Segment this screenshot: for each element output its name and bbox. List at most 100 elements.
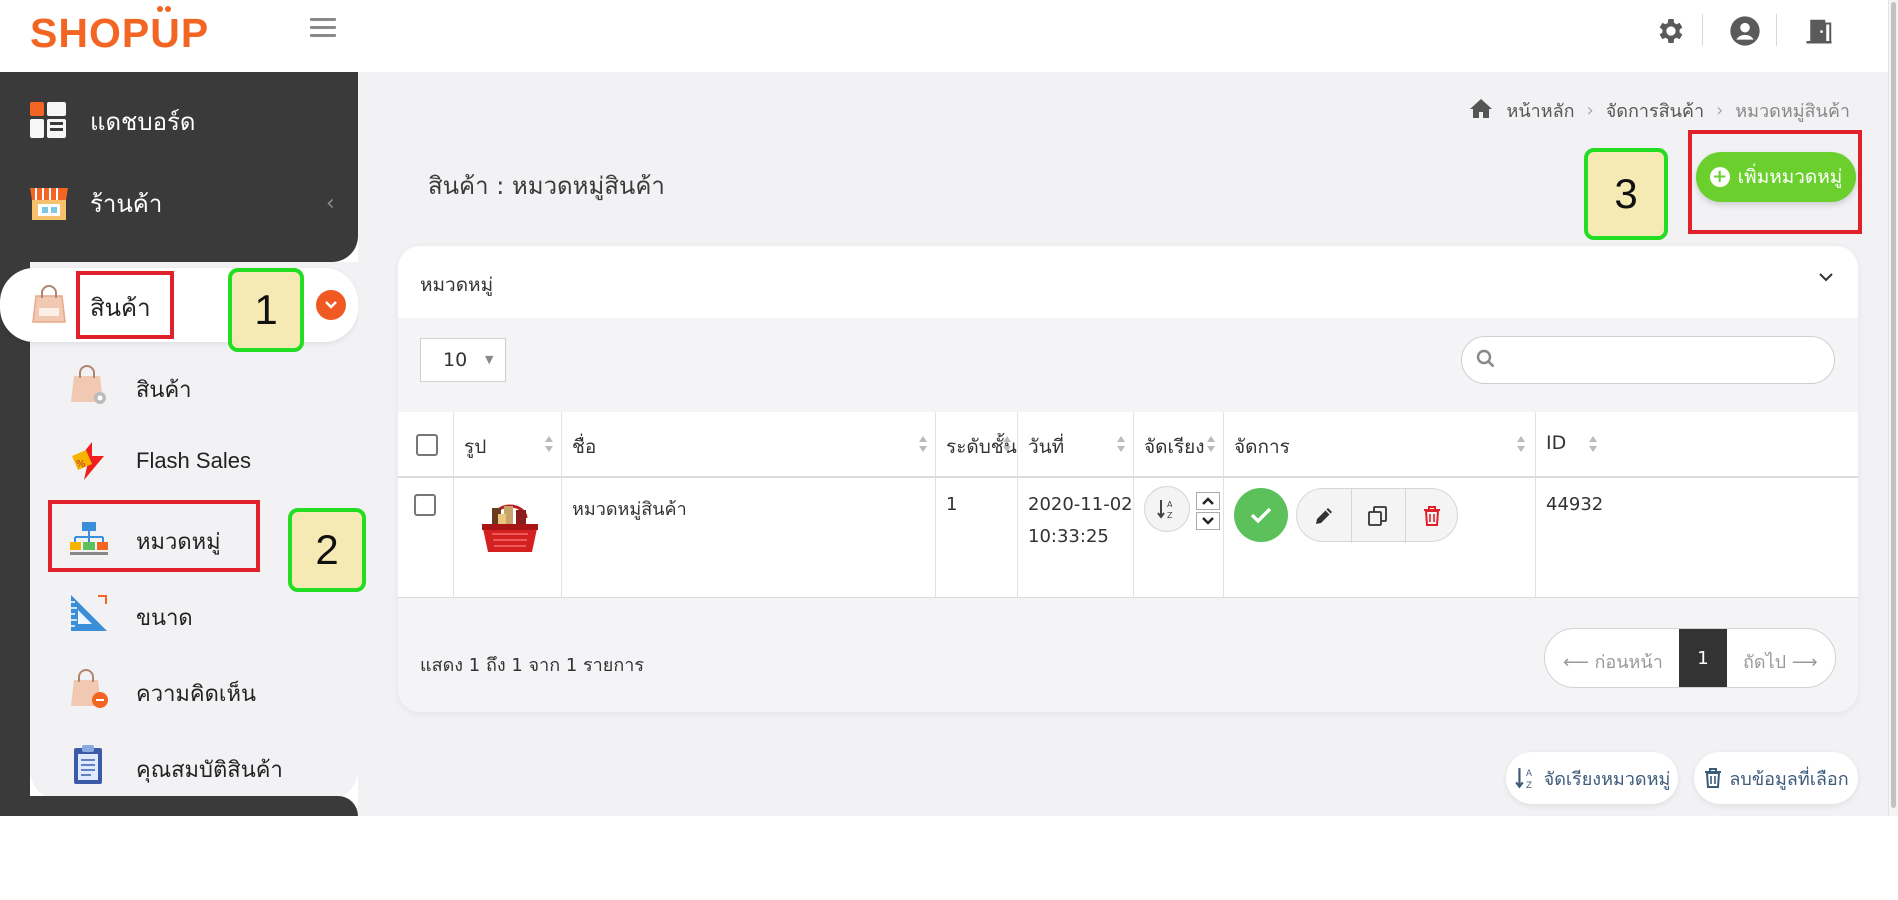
column-header: ID [1546, 432, 1567, 454]
svg-text:Z: Z [1526, 781, 1532, 790]
sidebar-item-store[interactable]: ร้านค้า ‹ [0, 168, 358, 238]
header-cell-sort-order[interactable]: จัดเรียง [1134, 412, 1224, 476]
page-scrollbar[interactable] [1888, 0, 1898, 816]
sidebar-subitem-comments[interactable]: ความคิดเห็น [60, 660, 358, 720]
svg-text:%: % [76, 459, 86, 470]
category-name: หมวดหมู่สินค้า [572, 499, 687, 520]
annotation-highlight-add-button [1688, 130, 1862, 234]
table-row: หมวดหมู่สินค้า 1 2020-11-02 10:33:25 AZ [398, 478, 1858, 598]
page-title: สินค้า : หมวดหมู่สินค้า [428, 172, 665, 200]
row-cell-image [454, 478, 562, 597]
menu-icon[interactable] [310, 18, 336, 42]
pagination: ⟵ ก่อนหน้า 1 ถัดไป ⟶ [1544, 628, 1836, 688]
row-checkbox[interactable] [414, 494, 436, 516]
sort-icon [545, 436, 553, 452]
sidebar-bottom-edge [30, 796, 358, 816]
gear-icon[interactable] [1654, 14, 1688, 48]
row-cell-sort-order: AZ [1134, 478, 1224, 597]
select-all-checkbox[interactable] [416, 434, 438, 456]
column-header: จัดการ [1234, 436, 1290, 458]
exit-door-icon[interactable] [1802, 14, 1836, 48]
chevron-down-icon[interactable] [1818, 268, 1834, 287]
table-header: รูป ชื่อ ระดับชั้น วันที่ จัดเรียง จัดกา… [398, 412, 1858, 478]
header-cell-name[interactable]: ชื่อ [562, 412, 936, 476]
sort-icon [1517, 436, 1525, 452]
breadcrumb-home[interactable]: หน้าหลัก [1506, 96, 1574, 125]
sort-categories-label: จัดเรียงหมวดหมู่ [1543, 768, 1671, 790]
category-level: 1 [946, 494, 958, 515]
trash-icon [1705, 768, 1722, 788]
top-bar: SHOPU P [0, 0, 1898, 72]
sidebar-dark-strip [0, 262, 30, 816]
row-cell-level: 1 [936, 478, 1018, 597]
product-bag-icon [68, 364, 110, 406]
sidebar-item-label: แดชบอร์ด [90, 107, 196, 136]
table-info: แสดง 1 ถึง 1 จาก 1 รายการ [420, 655, 644, 676]
created-time: 10:33:25 [1028, 526, 1109, 547]
shopup-logo[interactable]: SHOPU P [30, 6, 209, 57]
select-caret-icon: ▼ [485, 353, 494, 366]
edit-button[interactable] [1297, 489, 1351, 543]
sort-az-icon: AZ [1157, 500, 1173, 520]
breadcrumb-manage-products[interactable]: จัดการสินค้า [1606, 96, 1704, 125]
sidebar-subitem-attributes[interactable]: คุณสมบัติสินค้า [60, 736, 358, 796]
search-input[interactable] [1506, 347, 1816, 373]
column-header: รูป [464, 436, 487, 458]
duplicate-button[interactable] [1351, 489, 1405, 543]
breadcrumb: หน้าหลัก › จัดการสินค้า › หมวดหมู่สินค้า [1468, 96, 1850, 125]
sidebar-subitem-sizes[interactable]: ขนาด [60, 584, 358, 644]
card-header[interactable]: หมวดหมู่ [398, 246, 1858, 318]
user-icon[interactable] [1728, 14, 1762, 48]
pagination-previous[interactable]: ⟵ ก่อนหน้า [1563, 647, 1663, 676]
sidebar-item-products[interactable]: สินค้า [0, 268, 358, 342]
pencil-icon [1316, 508, 1332, 524]
annotation-highlight-categories [48, 500, 260, 572]
pagination-current-page[interactable]: 1 [1679, 629, 1727, 687]
header-cell-date[interactable]: วันที่ [1018, 412, 1134, 476]
home-icon[interactable] [1468, 97, 1494, 124]
sidebar-subitem-products[interactable]: สินค้า [60, 356, 358, 416]
card-title: หมวดหมู่ [420, 274, 494, 296]
category-id: 44932 [1546, 494, 1604, 515]
breadcrumb-separator: › [1586, 100, 1594, 121]
store-icon [28, 182, 70, 224]
category-card: หมวดหมู่ 10 ▼ รูป ชื่อ ระดับชั้น วันที่ … [398, 246, 1858, 712]
chevron-down-icon [1202, 517, 1214, 525]
row-cell-name: หมวดหมู่สินค้า [562, 478, 936, 597]
top-divider [1776, 14, 1777, 46]
delete-selected-button[interactable]: ลบข้อมูลที่เลือก [1694, 752, 1858, 804]
page-size-select[interactable]: 10 ▼ [420, 338, 506, 382]
delete-button[interactable] [1405, 489, 1459, 543]
copy-icon [1368, 506, 1387, 526]
status-active-button[interactable] [1234, 488, 1288, 542]
chevron-left-icon: ‹ [326, 190, 335, 216]
scrollbar-thumb[interactable] [1891, 2, 1896, 808]
column-header: จัดเรียง [1144, 436, 1205, 458]
trash-icon [1424, 506, 1440, 526]
chevron-down-icon[interactable] [316, 290, 346, 320]
sidebar-subitem-flash-sales[interactable]: % Flash Sales [60, 432, 358, 492]
row-cell-id: 44932 [1536, 478, 1858, 597]
sort-categories-button[interactable]: AZ จัดเรียงหมวดหมู่ [1506, 752, 1678, 804]
header-cell-level[interactable]: ระดับชั้น [936, 412, 1018, 476]
pagination-next[interactable]: ถัดไป ⟶ [1743, 647, 1818, 676]
column-header: วันที่ [1028, 436, 1065, 458]
header-cell-id[interactable]: ID [1536, 412, 1858, 476]
sort-az-button[interactable]: AZ [1144, 486, 1190, 532]
move-down-button[interactable] [1196, 512, 1220, 530]
header-cell-manage[interactable]: จัดการ [1224, 412, 1536, 476]
sidebar-subitem-label: สินค้า [136, 378, 192, 403]
search-box[interactable] [1461, 336, 1835, 384]
sort-icon [1207, 436, 1215, 452]
created-date: 2020-11-02 [1028, 494, 1133, 515]
sidebar-subitem-label: ความคิดเห็น [136, 682, 256, 707]
column-header: ชื่อ [572, 436, 597, 458]
sidebar-item-dashboard[interactable]: แดชบอร์ด [0, 86, 358, 156]
move-up-button[interactable] [1196, 492, 1220, 510]
sort-az-icon: AZ [1514, 768, 1532, 790]
annotation-step-1: 1 [228, 268, 304, 352]
header-cell-select [398, 412, 454, 476]
row-cell-manage [1224, 478, 1536, 597]
basket-thumbnail[interactable] [478, 504, 542, 560]
header-cell-image[interactable]: รูป [454, 412, 562, 476]
